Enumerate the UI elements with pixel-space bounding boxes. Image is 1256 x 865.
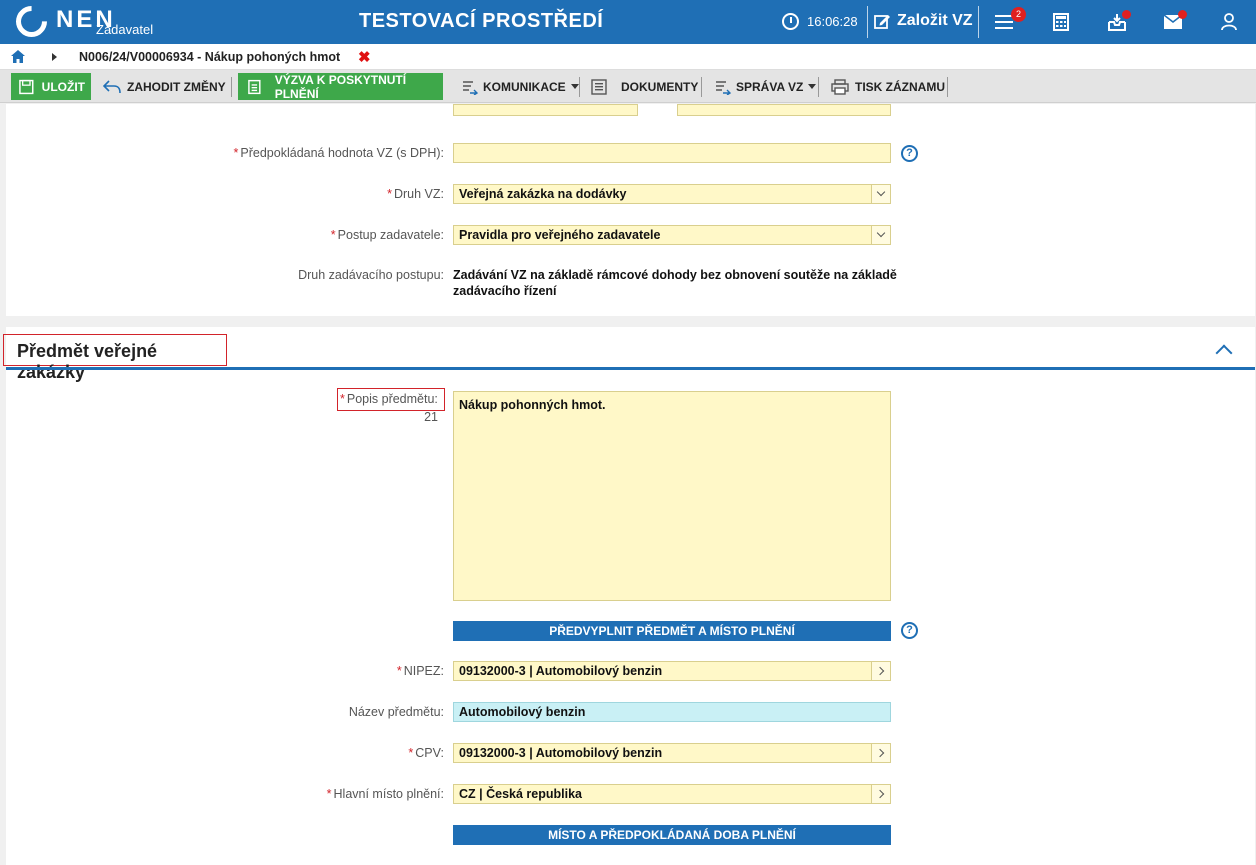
home-icon[interactable]: [11, 50, 25, 66]
environment-title: TESTOVACÍ PROSTŘEDÍ: [359, 10, 604, 32]
new-vz-label: Založit VZ: [897, 12, 973, 29]
procedure-value: Pravidla pro veřejného zadavatele: [459, 228, 661, 242]
toolbar-divider: [701, 77, 702, 97]
topbar-divider: [867, 6, 868, 38]
section-title: Předmět veřejné zakázky: [3, 334, 227, 382]
chevron-down-icon: [808, 84, 817, 89]
discard-label: ZAHODIT ZMĚNY: [127, 79, 226, 94]
main-place-label: * Hlavní místo plnění:: [326, 787, 444, 801]
chevron-right-icon: [875, 789, 884, 799]
vz-kind-select[interactable]: Veřejná zakázka na dodávky: [453, 184, 891, 204]
toolbar-divider: [231, 77, 232, 97]
close-tab-icon[interactable]: ✖: [358, 48, 371, 66]
breadcrumb: N006/24/V00006934 - Nákup pohoných hmot …: [0, 44, 1256, 70]
new-vz-button[interactable]: Založit VZ: [874, 12, 973, 30]
logo-subtitle: Zadavatel: [96, 22, 154, 37]
chevron-right-icon: [875, 748, 884, 758]
place-and-duration-button[interactable]: MÍSTO A PŘEDPOKLÁDANÁ DOBA PLNĚNÍ: [453, 825, 891, 845]
documents-button[interactable]: DOKUMENTY: [585, 73, 704, 100]
main-place-field[interactable]: CZ | Česká republika: [453, 784, 891, 804]
calculator-icon[interactable]: [1050, 11, 1072, 33]
communication-icon: [463, 80, 479, 95]
help-icon[interactable]: ?: [901, 622, 918, 639]
clock-icon: [782, 13, 799, 30]
logo-ring-icon: [9, 0, 54, 44]
dropdown-button[interactable]: [871, 226, 890, 244]
call-label: VÝZVA K POSKYTNUTÍ PLNĚNÍ: [274, 72, 407, 101]
undo-icon: [103, 79, 121, 93]
prefill-subject-button[interactable]: PŘEDVYPLNIT PŘEDMĚT A MÍSTO PLNĚNÍ: [453, 621, 891, 641]
chevron-right-icon: [875, 666, 884, 676]
subject-description-textarea[interactable]: Nákup pohonných hmot.: [453, 391, 891, 601]
print-record-button[interactable]: TISK ZÁZNAMU: [825, 73, 951, 100]
clock-time: 16:06:28: [807, 14, 858, 29]
management-label: SPRÁVA VZ: [736, 79, 804, 94]
nipez-field[interactable]: 09132000-3 | Automobilový benzin: [453, 661, 891, 681]
discard-changes-button[interactable]: ZAHODIT ZMĚNY: [97, 73, 232, 100]
estimated-value-label: * Předpokládaná hodnota VZ (s DPH):: [233, 146, 444, 160]
topbar-divider: [978, 6, 979, 38]
save-label: ULOŽIT: [41, 79, 85, 94]
dropdown-button[interactable]: [871, 185, 890, 203]
breadcrumb-current[interactable]: N006/24/V00006934 - Nákup pohoných hmot: [79, 50, 340, 64]
estimated-value-input[interactable]: [453, 143, 891, 163]
communication-label: KOMUNIKACE: [483, 79, 566, 94]
toolbar-divider: [947, 77, 948, 97]
management-icon: [716, 80, 732, 95]
communication-dropdown[interactable]: KOMUNIKACE: [455, 73, 585, 100]
chevron-down-icon: [570, 84, 579, 89]
action-toolbar: ULOŽIT ZAHODIT ZMĚNY VÝZVA K POSKYTNUTÍ …: [0, 70, 1256, 103]
subject-description-label: * Popis předmětu:: [337, 388, 445, 411]
inbox-notification-dot: [1122, 10, 1131, 19]
award-procedure-value: Zadávání VZ na základě rámcové dohody be…: [453, 267, 903, 299]
help-icon[interactable]: ?: [901, 145, 918, 162]
documents-label: DOKUMENTY: [621, 79, 699, 94]
nipez-label: * NIPEZ:: [396, 664, 444, 678]
menu-badge: 2: [1011, 7, 1026, 22]
save-button[interactable]: ULOŽIT: [11, 73, 91, 100]
partial-field[interactable]: [453, 104, 638, 116]
subject-name-label: Název předmětu:: [348, 705, 444, 719]
user-icon[interactable]: [1218, 11, 1240, 33]
procedure-label: * Postup zadavatele:: [330, 228, 444, 242]
award-procedure-line: Zadávání VZ na základě rámcové dohody be…: [453, 268, 897, 282]
print-label: TISK ZÁZNAMU: [855, 79, 945, 94]
cpv-picker-button[interactable]: [871, 744, 890, 762]
chevron-down-icon: [876, 228, 886, 238]
main-place-value: CZ | Česká republika: [459, 787, 582, 801]
section-divider: [6, 367, 1255, 370]
subject-name-field: Automobilový benzin: [453, 702, 891, 722]
vz-kind-label: * Druh VZ:: [387, 187, 444, 201]
floppy-icon: [19, 79, 34, 94]
session-clock: 16:06:28: [782, 13, 858, 30]
partial-currency-field[interactable]: [677, 104, 891, 116]
character-count: 21: [424, 410, 438, 424]
management-dropdown[interactable]: SPRÁVA VZ: [708, 73, 822, 100]
nipez-value: 09132000-3 | Automobilový benzin: [459, 664, 663, 678]
toolbar-divider: [579, 77, 580, 97]
award-procedure-line: zadávacího řízení: [453, 284, 557, 298]
top-bar: NEN Zadavatel TESTOVACÍ PROSTŘEDÍ 16:06:…: [0, 0, 1256, 44]
award-procedure-label: Druh zadávacího postupu:: [298, 268, 444, 282]
cpv-value: 09132000-3 | Automobilový benzin: [459, 746, 663, 760]
breadcrumb-arrow-icon: [52, 53, 57, 61]
procedure-select[interactable]: Pravidla pro veřejného zadavatele: [453, 225, 891, 245]
place-picker-button[interactable]: [871, 785, 890, 803]
cpv-field[interactable]: 09132000-3 | Automobilový benzin: [453, 743, 891, 763]
document-icon: [248, 79, 261, 94]
printer-icon: [831, 78, 849, 95]
call-for-performance-button[interactable]: VÝZVA K POSKYTNUTÍ PLNĚNÍ: [238, 72, 443, 101]
mail-notification-dot: [1178, 10, 1187, 19]
edit-icon: [874, 14, 890, 29]
list-document-icon: [591, 78, 607, 95]
nipez-picker-button[interactable]: [871, 662, 890, 680]
vz-kind-value: Veřejná zakázka na dodávky: [459, 187, 627, 201]
cpv-label: * CPV:: [408, 746, 444, 760]
chevron-down-icon: [876, 187, 886, 197]
toolbar-divider: [818, 77, 819, 97]
